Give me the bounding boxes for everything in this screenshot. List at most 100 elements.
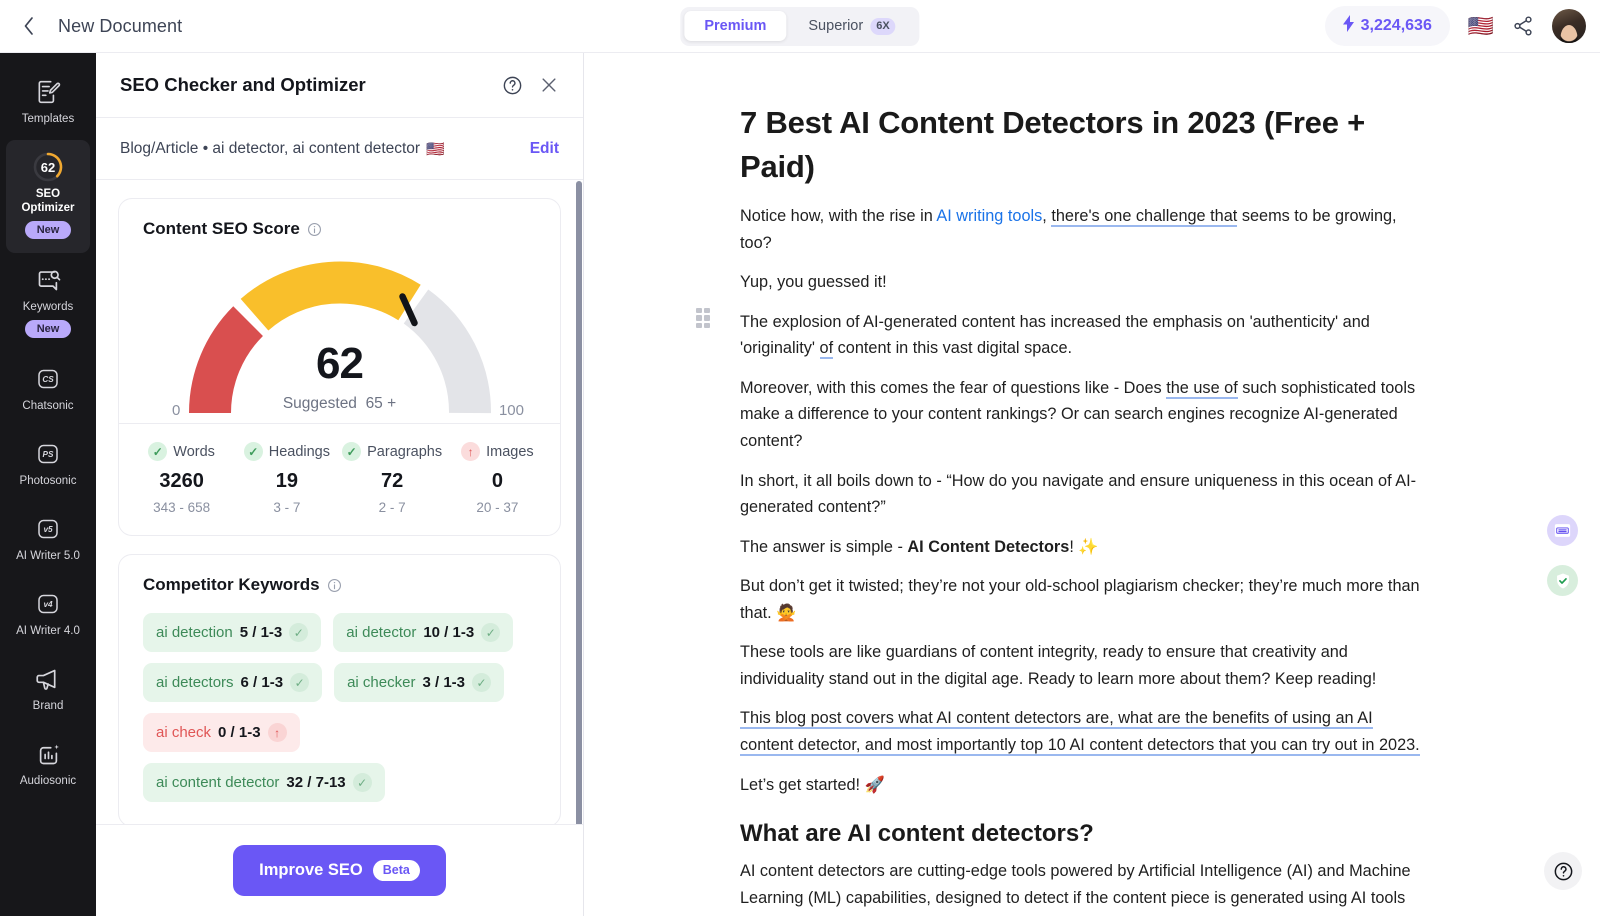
sidebar-item-keywords[interactable]: Keywords New — [0, 253, 96, 352]
keyword-count: 10 — [423, 624, 441, 641]
seo-score-number: 62 — [316, 339, 364, 388]
check-icon: ✓ — [352, 773, 372, 792]
mode-switch[interactable]: Premium Superior 6X — [680, 6, 920, 46]
mode-premium-label: Premium — [704, 18, 767, 34]
summary-panel-icon[interactable] — [1547, 515, 1578, 546]
keyword-chip[interactable]: ai detectors 6 / 1-3 ✓ — [143, 663, 323, 702]
chevron-left-icon[interactable] — [12, 9, 46, 43]
keyword-term: ai detectors — [156, 674, 234, 691]
gauge-min-label: 0 — [172, 402, 181, 419]
suggestion-highlight[interactable]: there's one challenge that — [1051, 207, 1238, 228]
suggestion-highlight[interactable]: of — [819, 339, 834, 360]
sidebar-badge-new: New — [24, 221, 72, 240]
seo-panel-scroll: Content SEO Score 62 Suggested 65 + 0 10… — [96, 180, 583, 916]
keyword-context-text: Blog/Article • ai detector, ai content d… — [120, 139, 421, 157]
check-icon: ✓ — [481, 623, 501, 642]
top-bar-actions: 3,224,636 🇺🇸 — [1324, 6, 1586, 46]
document-paragraph: In short, it all boils down to - “How do… — [740, 471, 1417, 517]
megaphone-icon — [33, 664, 63, 694]
avatar[interactable] — [1552, 9, 1586, 43]
sidebar-item-ai-writer-4[interactable]: v4 AI Writer 4.0 — [0, 577, 96, 652]
sidebar-item-templates[interactable]: Templates — [0, 65, 96, 140]
seo-panel-header: SEO Checker and Optimizer — [96, 53, 583, 118]
svg-text:PS: PS — [43, 450, 54, 459]
sidebar-item-brand[interactable]: Brand — [0, 652, 96, 727]
info-icon[interactable] — [307, 222, 322, 237]
document-area[interactable]: 7 Best AI Content Detectors in 2023 (Fre… — [584, 53, 1600, 916]
sidebar-badge-new: New — [24, 320, 72, 339]
keyword-chip[interactable]: ai check 0 / 1-3 ↑ — [143, 713, 300, 752]
keywords-search-icon — [33, 265, 63, 295]
keyword-chip[interactable]: ai detection 5 / 1-3 ✓ — [143, 613, 322, 652]
help-button[interactable] — [1544, 852, 1582, 890]
keyword-count: 3 — [422, 674, 431, 691]
document-body[interactable]: 7 Best AI Content Detectors in 2023 (Fre… — [740, 101, 1420, 916]
document-paragraph: Notice how, with the rise in AI writing … — [740, 203, 1420, 256]
share-icon[interactable] — [1512, 15, 1534, 37]
sidebar-item-seo-optimizer[interactable]: 62 SEO Optimizer New — [6, 140, 90, 254]
stat-value: 19 — [275, 470, 298, 492]
check-icon: ✓ — [289, 623, 309, 642]
svg-text:CS: CS — [42, 375, 54, 384]
chatsonic-icon: CS — [33, 364, 63, 394]
arrow-up-icon: ↑ — [461, 442, 481, 461]
left-rail: Templates 62 SEO Optimizer New Keywords … — [0, 53, 96, 916]
edit-keywords-button[interactable]: Edit — [530, 140, 559, 158]
info-icon[interactable] — [327, 578, 342, 593]
stat-label: Headings — [268, 443, 330, 460]
seo-score-gauge: 62 Suggested 65 + 0 100 — [119, 247, 560, 423]
stat-label: Images — [486, 443, 534, 460]
document-paragraph: The answer is simple - AI Content Detect… — [740, 534, 1420, 561]
seo-panel: SEO Checker and Optimizer Blog/Article •… — [96, 53, 584, 916]
keyword-chip[interactable]: ai content detector 32 / 7-13 ✓ — [143, 763, 385, 802]
sidebar-item-label: Brand — [32, 700, 64, 713]
question-circle-icon[interactable] — [502, 75, 523, 96]
seo-score-value: 62 — [40, 159, 56, 175]
keyword-chip-list: ai detection 5 / 1-3 ✓ ai detector 10 / … — [119, 595, 560, 826]
sidebar-item-audiosonic[interactable]: Audiosonic — [0, 727, 96, 802]
mode-superior-label: Superior — [808, 18, 864, 34]
shield-check-icon[interactable] — [1547, 565, 1578, 596]
stat-range: 2 - 7 — [378, 500, 406, 515]
seo-stats-row: ✓ Words 3260 343 - 658 ✓ Headings 19 3 -… — [119, 423, 560, 535]
close-icon[interactable] — [539, 75, 559, 95]
language-flag-icon[interactable]: 🇺🇸 — [1468, 16, 1494, 37]
stat-images: ↑ Images 0 20 - 37 — [445, 442, 550, 515]
sidebar-item-label: AI Writer 5.0 — [16, 550, 80, 563]
suggestion-highlight[interactable]: the use of — [1166, 378, 1238, 399]
keyword-term: ai detection — [156, 624, 233, 641]
stat-label: Paragraphs — [367, 443, 443, 460]
sidebar-item-chatsonic[interactable]: CS Chatsonic — [0, 352, 96, 427]
credits-button[interactable]: 3,224,636 — [1324, 6, 1450, 46]
stat-words: ✓ Words 3260 343 - 658 — [129, 442, 234, 515]
document-paragraph: Yup, you guessed it! — [740, 273, 887, 292]
ai-writing-tools-link[interactable]: AI writing tools — [936, 207, 1042, 225]
p6-b: ! ✨ — [1069, 537, 1099, 556]
keywords-card-title-label: Competitor Keywords — [143, 575, 320, 594]
improve-seo-button[interactable]: Improve SEO Beta — [233, 845, 446, 896]
lightning-bolt-icon — [1342, 15, 1355, 37]
panel-scrollbar[interactable] — [576, 181, 582, 916]
keyword-count: 0 — [218, 724, 227, 741]
stat-value: 3260 — [159, 470, 204, 492]
seo-score-ring-icon: 62 — [33, 152, 63, 182]
sidebar-item-label: Audiosonic — [19, 775, 77, 788]
keyword-target: 1-3 — [261, 674, 284, 691]
keyword-term: ai check — [156, 724, 212, 741]
document-paragraph: The explosion of AI-generated content ha… — [740, 309, 1420, 362]
drag-handle-icon[interactable] — [696, 308, 710, 328]
suggestion-highlight[interactable]: This blog post covers what AI content de… — [740, 709, 1420, 757]
stat-value: 0 — [491, 470, 503, 492]
keyword-target: 1-3 — [443, 674, 466, 691]
keyword-term: ai detector — [346, 624, 417, 641]
keyword-chip[interactable]: ai checker 3 / 1-3 ✓ — [334, 663, 505, 702]
keyword-chip[interactable]: ai detector 10 / 1-3 ✓ — [333, 613, 514, 652]
keyword-target: 1-3 — [260, 624, 283, 641]
sidebar-item-photosonic[interactable]: PS Photosonic — [0, 427, 96, 502]
mode-premium[interactable]: Premium — [684, 11, 787, 41]
mode-superior[interactable]: Superior 6X — [788, 11, 915, 42]
page-title[interactable]: New Document — [58, 16, 182, 37]
stat-range: 343 - 658 — [153, 500, 211, 515]
sidebar-item-ai-writer-5[interactable]: v5 AI Writer 5.0 — [0, 502, 96, 577]
keyword-context-bar: Blog/Article • ai detector, ai content d… — [96, 118, 583, 180]
